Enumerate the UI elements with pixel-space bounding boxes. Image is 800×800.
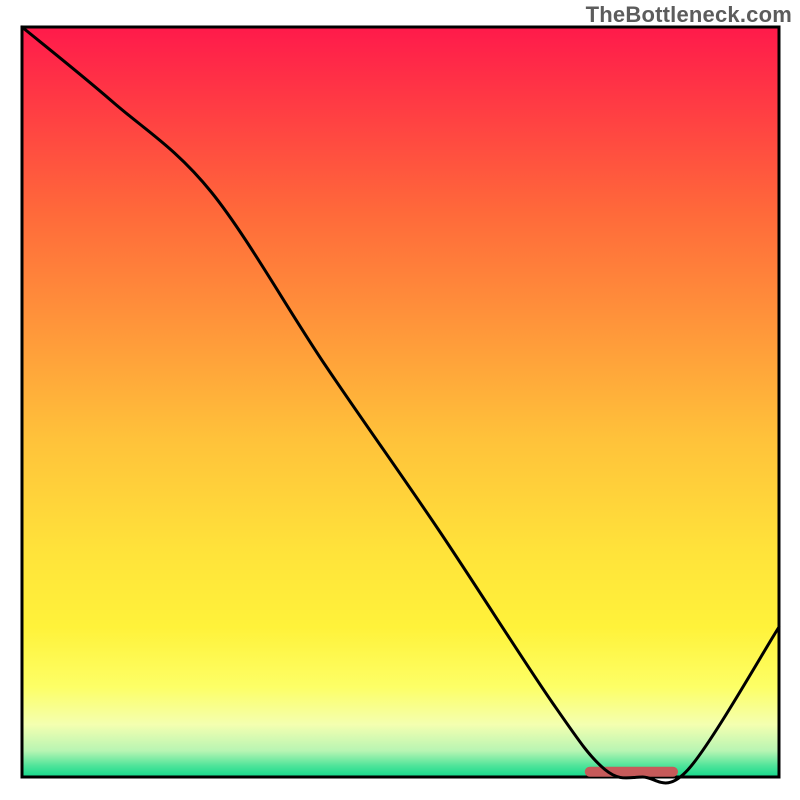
plot-background [22, 27, 779, 777]
chart-container: TheBottleneck.com [0, 0, 800, 800]
chart-svg [0, 0, 800, 800]
